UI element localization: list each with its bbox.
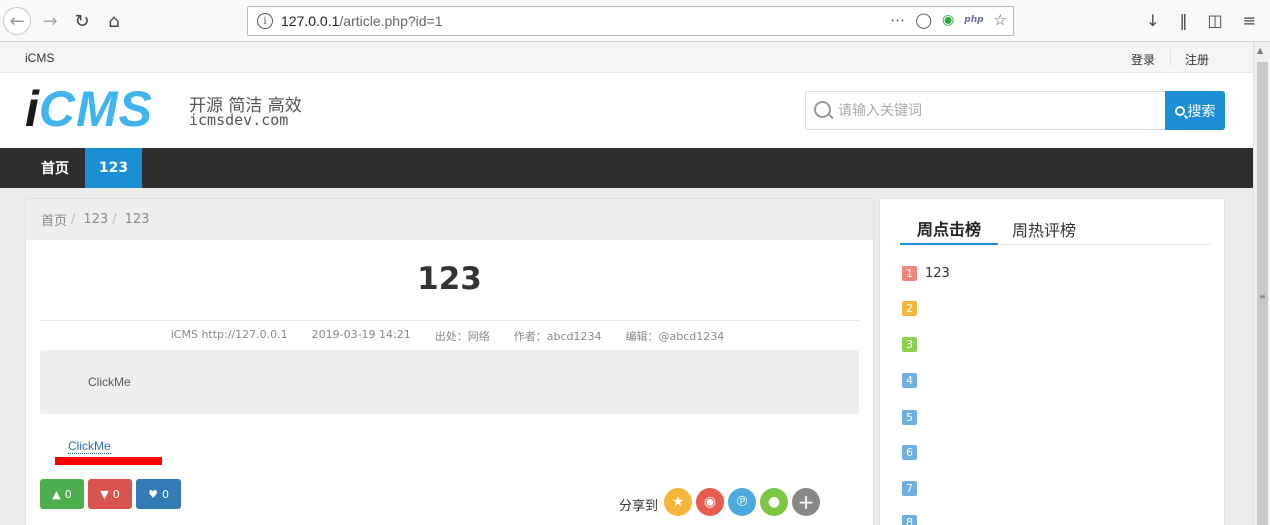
logo-cms: CMS	[38, 81, 154, 137]
meta-editor[interactable]: 编辑：@abcd1234	[626, 328, 725, 344]
meta-author[interactable]: 作者：abcd1234	[514, 328, 602, 344]
wechat-share-icon[interactable]: ●	[760, 488, 788, 516]
url-host: 127.0.0.1	[281, 13, 340, 29]
ranking-tabs: 周点击榜 周热评榜	[900, 213, 1211, 245]
rank-number: 2	[902, 300, 917, 316]
article-summary-text: ClickMe	[88, 375, 131, 389]
red-bar	[55, 457, 162, 465]
breadcrumb-current: 123	[124, 212, 150, 227]
tencent-weibo-share-icon[interactable]: ℗	[728, 488, 756, 516]
tab-weekly-comments[interactable]: 周热评榜	[1012, 213, 1076, 245]
site-brand-small[interactable]: iCMS	[25, 51, 54, 65]
star-icon[interactable]: ☆	[994, 11, 1007, 29]
title-divider	[40, 320, 859, 321]
rank-number: 5	[902, 409, 917, 425]
search-box	[805, 91, 1166, 130]
breadcrumb-home[interactable]: 首页	[41, 210, 67, 229]
menu-icon[interactable]: ≡	[1243, 11, 1256, 30]
main-nav: 首页 123	[0, 148, 1253, 188]
vote-down-button[interactable]: ▼ 0	[88, 479, 132, 509]
forward-icon[interactable]: →	[36, 7, 64, 35]
php-icon[interactable]: php	[964, 15, 983, 25]
vote-up-button[interactable]: ▲ 0	[40, 479, 84, 509]
url-path: /article.php?id=1	[339, 13, 443, 29]
list-item[interactable]: 8	[902, 514, 925, 525]
search-button[interactable]: 搜索	[1165, 91, 1225, 130]
logo-i: i	[25, 81, 39, 137]
site-header: iCMS 开源 简洁 高效 icmsdev.com 搜索	[0, 73, 1253, 148]
scroll-up-icon[interactable]: ▲	[1257, 46, 1263, 55]
url-bar[interactable]: i 127.0.0.1/article.php?id=1 ⋯ ◯ ◉ php ☆	[247, 6, 1014, 36]
article-title: 123	[417, 261, 482, 297]
rank-number: 1	[902, 265, 917, 281]
library-icon[interactable]: ‖	[1179, 11, 1187, 30]
info-icon[interactable]: i	[257, 13, 273, 29]
download-icon[interactable]: ↓	[1146, 11, 1159, 30]
site-domain: icmsdev.com	[189, 111, 289, 129]
article-card: 首页 / 123 / 123 123 iCMS http://127.0.0.1 2…	[25, 198, 874, 525]
sidebar-icon[interactable]: ◫	[1207, 11, 1222, 30]
heart-icon: ♥	[148, 487, 158, 501]
meta-source-site[interactable]: iCMS http://127.0.0.1	[171, 328, 288, 344]
thumbs-up-icon: ▲	[52, 487, 61, 501]
article-body-link[interactable]: ClickMe	[68, 439, 111, 454]
share-label: 分享到	[619, 499, 659, 514]
home-icon[interactable]: ⌂	[100, 7, 128, 35]
browser-toolbar: ← → ↻ ⌂ i 127.0.0.1/article.php?id=1 ⋯ ◯…	[0, 0, 1270, 42]
top-strip: iCMS 登录 注册	[0, 42, 1253, 73]
breadcrumb: 首页 / 123 / 123	[26, 199, 873, 240]
meta-origin: 出处：网络	[434, 330, 490, 343]
register-link[interactable]: 注册	[1185, 51, 1209, 68]
search-button-label: 搜索	[1187, 102, 1216, 119]
list-item[interactable]: 6	[902, 444, 925, 460]
weibo-share-icon[interactable]: ◉	[696, 488, 724, 516]
rank-number: 7	[902, 480, 917, 496]
page-scrollbar[interactable]: ▲ ≡	[1253, 42, 1270, 525]
more-dots-icon[interactable]: ⋯	[890, 11, 905, 29]
rank-number: 3	[902, 336, 917, 352]
qzone-share-icon[interactable]: ★	[664, 488, 692, 516]
meta-date: 2019-03-19 14:21	[311, 328, 411, 341]
rank-title[interactable]: 123	[925, 266, 950, 281]
list-item[interactable]: 7	[902, 480, 925, 496]
vote-down-count: 0	[112, 487, 120, 501]
tab-weekly-clicks[interactable]: 周点击榜	[900, 213, 998, 245]
nav-item-home[interactable]: 首页	[25, 148, 85, 188]
bug-icon[interactable]: ◉	[942, 12, 954, 28]
list-item[interactable]: 3	[902, 336, 925, 352]
list-item[interactable]: 1 123	[902, 265, 950, 281]
list-item[interactable]: 4	[902, 372, 925, 388]
article-meta: iCMS http://127.0.0.1 2019-03-19 14:21 出…	[26, 328, 873, 344]
crumb-separator: /	[71, 212, 76, 227]
list-item[interactable]: 2	[902, 300, 925, 316]
search-input[interactable]	[838, 102, 1158, 119]
vote-up-count: 0	[64, 487, 72, 501]
pocket-icon[interactable]: ◯	[915, 11, 932, 29]
divider	[1170, 49, 1171, 66]
rank-number: 6	[902, 444, 917, 460]
article-summary-box: ClickMe	[40, 350, 859, 414]
like-count: 0	[161, 487, 169, 501]
thumbs-down-icon: ▼	[100, 487, 109, 501]
search-button-icon	[1174, 105, 1185, 116]
search-icon	[813, 100, 835, 122]
crumb-separator: /	[112, 212, 117, 227]
list-item[interactable]: 5	[902, 409, 925, 425]
back-icon[interactable]: ←	[3, 7, 31, 35]
scroll-grip-icon: ≡	[1259, 292, 1266, 301]
rank-number: 4	[902, 372, 917, 388]
breadcrumb-category[interactable]: 123	[83, 212, 108, 227]
site-logo[interactable]: i CMS	[25, 81, 154, 137]
more-share-icon[interactable]: +	[792, 488, 820, 516]
url-text[interactable]: 127.0.0.1/article.php?id=1	[281, 13, 443, 29]
rank-number: 8	[902, 514, 917, 525]
reload-icon[interactable]: ↻	[68, 7, 96, 35]
like-button[interactable]: ♥ 0	[136, 479, 181, 509]
login-link[interactable]: 登录	[1131, 51, 1155, 68]
nav-item-123[interactable]: 123	[85, 148, 142, 188]
ranking-sidebar: 周点击榜 周热评榜 1 123 2 3 4 5 6 7 8	[879, 198, 1225, 525]
